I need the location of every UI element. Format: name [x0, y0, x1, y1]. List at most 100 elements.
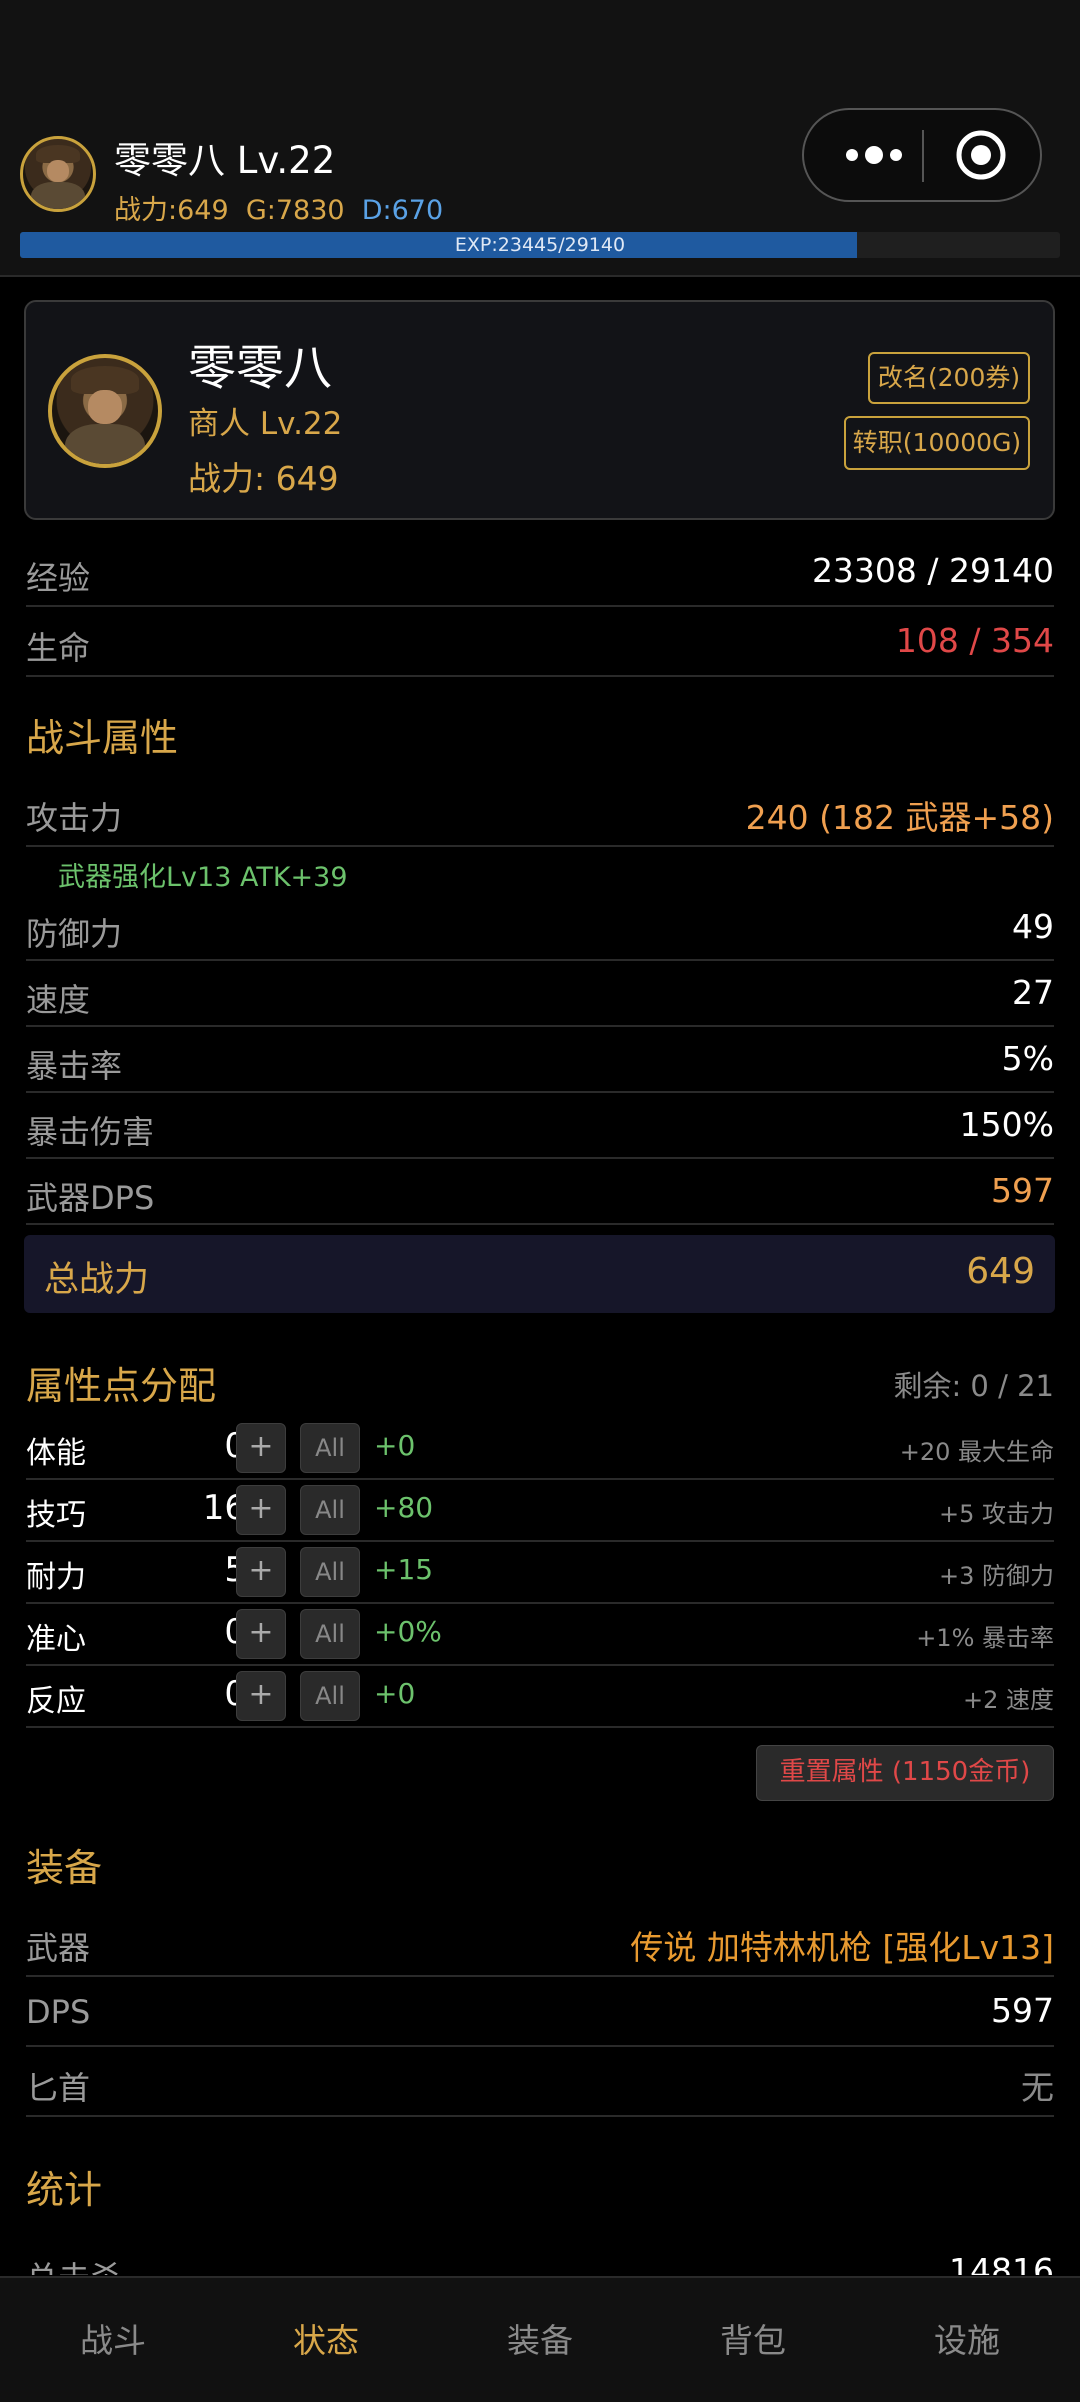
weapon-row[interactable]: 武器 传说 加特林机枪 [强化Lv13]	[26, 1907, 1054, 1977]
dagger-row[interactable]: 匕首 无	[26, 2047, 1054, 2117]
exp-row: 经验 23308 / 29140	[26, 537, 1054, 607]
weapon-label: 武器	[26, 1929, 91, 1967]
top-header: 零零八 Lv.22 战力:649 G:7830 D:670 EXP:23445/…	[0, 100, 1080, 277]
player-currency-stats: 战力:649 G:7830 D:670	[114, 188, 443, 227]
total-power-box: 总战力 649	[24, 1235, 1055, 1313]
crit-damage-label: 暴击伤害	[26, 1113, 155, 1151]
dagger-value: 无	[1021, 2068, 1054, 2107]
total-power-label: 总战力	[44, 1260, 150, 1300]
crit-damage-value: 150%	[959, 1105, 1054, 1144]
total-power-value: 649	[966, 1251, 1035, 1292]
equipment-section-title: 装备	[26, 1846, 103, 1890]
tab-battle[interactable]: 战斗	[5, 2314, 221, 2362]
bottom-tab-bar: 战斗 状态 装备 背包 设施	[0, 2276, 1080, 2402]
attribute-plus-button[interactable]: +	[236, 1547, 286, 1597]
attribute-all-button[interactable]: All	[300, 1671, 360, 1721]
attribute-plus-button[interactable]: +	[236, 1423, 286, 1473]
attribute-effect-desc: +5 攻击力	[938, 1500, 1054, 1528]
attribute-plus-button[interactable]: +	[236, 1609, 286, 1659]
defense-label: 防御力	[26, 915, 123, 953]
attribute-value: 0	[146, 1674, 246, 1714]
defense-row: 防御力 49	[26, 895, 1054, 961]
dps-row: DPS 597	[26, 1977, 1054, 2047]
weapon-enhance-note: 武器强化Lv13 ATK+39	[58, 862, 348, 893]
attribute-gain: +0	[374, 1429, 416, 1462]
attribute-gain: +0	[374, 1677, 416, 1710]
dps-value: 597	[991, 1991, 1054, 2030]
total-kills-row: 总击杀 14816	[26, 2237, 1054, 2275]
profile-avatar	[48, 354, 162, 468]
gold-stat: G:7830	[245, 195, 345, 226]
speed-value: 27	[1012, 973, 1054, 1012]
diamond-stat: D:670	[361, 195, 444, 226]
total-kills-value: 14816	[949, 2251, 1054, 2275]
close-miniprogram-icon[interactable]	[954, 128, 1008, 182]
job-change-button[interactable]: 转职(10000G)	[844, 416, 1030, 470]
attribute-all-button[interactable]: All	[300, 1423, 360, 1473]
dps-label: DPS	[26, 1993, 91, 2031]
crit-damage-row: 暴击伤害 150%	[26, 1093, 1054, 1159]
attack-value: 240 (182 武器+58)	[745, 798, 1054, 837]
attribute-label: 体能	[26, 1436, 86, 1471]
attribute-value: 0	[146, 1426, 246, 1466]
status-content[interactable]: 零零八 商人 Lv.22 战力: 649 改名(200券) 转职(10000G)…	[0, 275, 1080, 2275]
player-name-level: 零零八 Lv.22	[114, 139, 336, 182]
weapon-dps-value: 597	[991, 1171, 1054, 1210]
attribute-points-remaining: 剩余: 0 / 21	[893, 1369, 1054, 1403]
attribute-effect-desc: +20 最大生命	[899, 1438, 1054, 1466]
attribute-label: 反应	[26, 1684, 86, 1719]
hp-value: 108 / 354	[895, 621, 1054, 660]
rename-button[interactable]: 改名(200券)	[868, 352, 1030, 404]
tab-facilities[interactable]: 设施	[859, 2314, 1075, 2362]
attribute-all-button[interactable]: All	[300, 1485, 360, 1535]
profile-card: 零零八 商人 Lv.22 战力: 649 改名(200券) 转职(10000G)	[24, 300, 1055, 520]
weapon-value: 传说 加特林机枪 [强化Lv13]	[630, 1928, 1054, 1967]
attribute-value: 0	[146, 1612, 246, 1652]
status-bar	[0, 0, 1080, 100]
attack-row: 攻击力 240 (182 武器+58)	[26, 777, 1054, 847]
tab-status[interactable]: 状态	[218, 2314, 434, 2362]
crit-rate-label: 暴击率	[26, 1047, 123, 1085]
attribute-all-button[interactable]: All	[300, 1547, 360, 1597]
weapon-dps-row: 武器DPS 597	[26, 1159, 1054, 1225]
profile-name: 零零八	[188, 340, 333, 396]
attribute-row: 耐力 5+ All +15 +3 防御力	[26, 1542, 1054, 1604]
attribute-row: 体能 0+ All +0 +20 最大生命	[26, 1418, 1054, 1480]
speed-row: 速度 27	[26, 961, 1054, 1027]
profile-class-level: 商人 Lv.22	[188, 406, 343, 442]
exp-label: 经验	[26, 559, 91, 597]
dagger-label: 匕首	[26, 2069, 91, 2107]
stats-section-title: 统计	[26, 2168, 103, 2212]
speed-label: 速度	[26, 981, 91, 1019]
defense-value: 49	[1012, 907, 1054, 946]
attribute-effect-desc: +2 速度	[962, 1686, 1054, 1714]
tab-equipment[interactable]: 装备	[432, 2314, 648, 2362]
attribute-row: 反应 0+ All +0 +2 速度	[26, 1666, 1054, 1728]
attribute-value: 5	[146, 1550, 246, 1590]
capsule-divider	[922, 130, 924, 182]
attribute-plus-button[interactable]: +	[236, 1485, 286, 1535]
attribute-value: 16	[202, 1488, 246, 1528]
attribute-plus-button[interactable]: +	[236, 1671, 286, 1721]
attribute-gain: +80	[374, 1491, 434, 1524]
weapon-dps-label: 武器DPS	[26, 1179, 155, 1217]
total-kills-label: 总击杀	[26, 2253, 122, 2275]
attribute-effect-desc: +1% 暴击率	[916, 1624, 1054, 1652]
attribute-gain: +15	[374, 1553, 434, 1586]
tab-backpack[interactable]: 背包	[645, 2314, 861, 2362]
attribute-gain: +0%	[374, 1615, 442, 1648]
crit-rate-row: 暴击率 5%	[26, 1027, 1054, 1093]
crit-rate-value: 5%	[1001, 1039, 1054, 1078]
attribute-all-button[interactable]: All	[300, 1609, 360, 1659]
player-avatar[interactable]	[20, 136, 96, 212]
attribute-row: 准心 0+ All +0% +1% 暴击率	[26, 1604, 1054, 1666]
attribute-row: 技巧 16 + All +80 +5 攻击力	[26, 1480, 1054, 1542]
more-menu-icon[interactable]	[834, 110, 914, 200]
attribute-section-title: 属性点分配	[26, 1364, 217, 1408]
attribute-effect-desc: +3 防御力	[938, 1562, 1054, 1590]
mini-program-capsule	[802, 108, 1042, 202]
exp-value: 23308 / 29140	[811, 551, 1054, 590]
attack-label: 攻击力	[26, 799, 123, 837]
hp-label: 生命	[26, 629, 91, 667]
reset-attributes-button[interactable]: 重置属性 (1150金币)	[756, 1745, 1054, 1801]
